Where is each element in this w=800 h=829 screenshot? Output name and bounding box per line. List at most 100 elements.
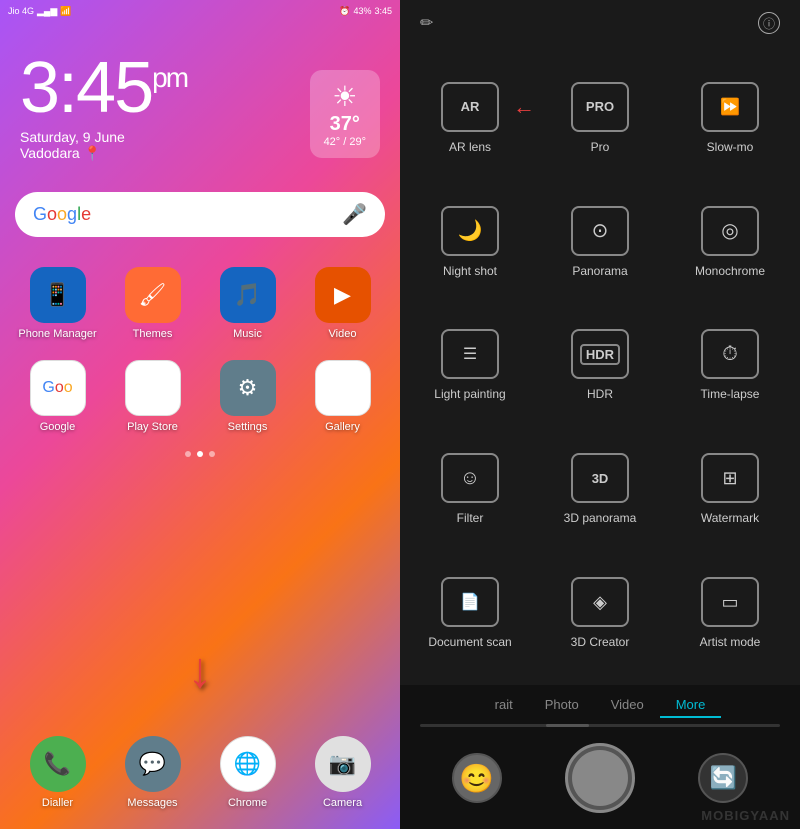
status-bar: Jio 4G ▂▄▆ 📶 ⏰ 43% 3:45 [0, 0, 400, 22]
google-logo: Google [33, 204, 91, 225]
hdr-label: HDR [587, 387, 613, 401]
document-scan-icon: 📄 [460, 592, 480, 612]
app-grid-row1: 📱 Phone Manager 🖌 Themes 🎵 Music ▶ Video [0, 257, 400, 350]
app-settings[interactable]: ⚙ Settings [205, 360, 290, 433]
mode-artist-mode[interactable]: ▭ Artist mode [665, 551, 795, 675]
phone-manager-icon: 📱 [44, 282, 71, 308]
app-themes[interactable]: 🖌 Themes [110, 267, 195, 340]
dialler-icon: 📞 [44, 751, 71, 777]
themes-label: Themes [133, 328, 173, 340]
tab-portrait[interactable]: rait [479, 693, 529, 718]
signal-icon: ▂▄▆ [37, 6, 57, 17]
battery-label: 43% [353, 6, 371, 16]
clock-period: pm [152, 62, 187, 93]
flip-camera-button[interactable]: 🔄 [698, 753, 748, 803]
mic-icon[interactable]: 🎤 [342, 202, 367, 227]
light-painting-icon: ☰ [463, 344, 477, 364]
dot-2 [197, 451, 203, 457]
3d-creator-icon: ◈ [593, 592, 607, 613]
app-dialler[interactable]: 📞 Dialler [15, 736, 100, 809]
dot-3 [209, 451, 215, 457]
red-arrow-down: ↓ [188, 641, 213, 699]
mode-ar-lens[interactable]: AR ← AR lens [405, 56, 535, 180]
watermark-icon: ⊞ [722, 468, 737, 489]
ar-lens-label: AR lens [449, 140, 491, 154]
camera-bottom-bar: rait Photo Video More 😊 🔄 [400, 685, 800, 829]
google-icon: Goo [42, 379, 72, 397]
settings-label: Settings [228, 421, 268, 433]
video-icon: ▶ [334, 282, 351, 308]
edit-icon[interactable]: ✏ [420, 13, 433, 33]
camera-label: Camera [323, 797, 362, 809]
tab-more[interactable]: More [660, 693, 722, 718]
wifi-icon: 📶 [60, 6, 71, 17]
mode-3d-creator[interactable]: ◈ 3D Creator [535, 551, 665, 675]
themes-icon: 🖌 [139, 282, 167, 308]
weather-range: 42° / 29° [324, 136, 366, 148]
red-arrow-right: ← [513, 94, 535, 120]
weather-icon: ☀ [324, 80, 366, 113]
video-label: Video [329, 328, 357, 340]
shutter-button[interactable] [565, 743, 635, 813]
play-store-icon: ▶ [144, 375, 161, 401]
app-camera[interactable]: 📷 Camera [300, 736, 385, 809]
light-painting-label: Light painting [434, 387, 505, 401]
chrome-label: Chrome [228, 797, 267, 809]
slow-mo-label: Slow-mo [707, 140, 754, 154]
status-left: Jio 4G ▂▄▆ 📶 [8, 6, 71, 17]
time-lapse-icon: ⏱ [722, 343, 738, 366]
mode-light-painting[interactable]: ☰ Light painting [405, 304, 535, 428]
settings-icon: ⚙ [238, 375, 258, 401]
dot-1 [185, 451, 191, 457]
app-play-store[interactable]: ▶ Play Store [110, 360, 195, 433]
flip-camera-icon: 🔄 [710, 765, 737, 791]
mode-filter[interactable]: ☺ Filter [405, 427, 535, 551]
carrier-label: Jio 4G [8, 6, 34, 16]
mode-watermark[interactable]: ⊞ Watermark [665, 427, 795, 551]
app-chrome[interactable]: 🌐 Chrome [205, 736, 290, 809]
mode-pro[interactable]: PRO Pro [535, 56, 665, 180]
app-messages[interactable]: 💬 Messages [110, 736, 195, 809]
gallery-icon: 🖼 [329, 375, 357, 401]
camera-modes-grid: AR ← AR lens PRO Pro ⏩ Slow-mo 🌙 Nigh [400, 46, 800, 685]
night-shot-label: Night shot [443, 264, 497, 278]
thumbnail-preview[interactable]: 😊 [452, 753, 502, 803]
camera-controls: 😊 🔄 [400, 731, 800, 829]
scroll-thumb [546, 724, 589, 727]
app-google[interactable]: Goo Google [15, 360, 100, 433]
artist-mode-icon: ▭ [721, 592, 738, 613]
monochrome-icon: ◎ [721, 218, 738, 243]
mode-panorama[interactable]: ⊙ Panorama [535, 180, 665, 304]
panorama-icon: ⊙ [592, 218, 609, 243]
mode-time-lapse[interactable]: ⏱ Time-lapse [665, 304, 795, 428]
tab-photo[interactable]: Photo [529, 693, 595, 718]
3d-panorama-icon: 3D [592, 471, 609, 486]
tab-video[interactable]: Video [595, 693, 660, 718]
app-music[interactable]: 🎵 Music [205, 267, 290, 340]
camera-tabs: rait Photo Video More [400, 685, 800, 724]
chrome-icon: 🌐 [234, 751, 261, 777]
mode-slow-mo[interactable]: ⏩ Slow-mo [665, 56, 795, 180]
music-label: Music [233, 328, 262, 340]
mode-night-shot[interactable]: 🌙 Night shot [405, 180, 535, 304]
messages-label: Messages [127, 797, 177, 809]
mode-hdr[interactable]: HDR HDR [535, 304, 665, 428]
mode-3d-panorama[interactable]: 3D 3D panorama [535, 427, 665, 551]
google-search-bar[interactable]: Google 🎤 [15, 192, 385, 237]
music-icon: 🎵 [234, 282, 261, 308]
mode-monochrome[interactable]: ◎ Monochrome [665, 180, 795, 304]
app-video[interactable]: ▶ Video [300, 267, 385, 340]
slow-mo-icon: ⏩ [720, 97, 740, 117]
pro-label: Pro [591, 140, 610, 154]
pro-icon: PRO [586, 99, 614, 114]
left-phone-panel: Jio 4G ▂▄▆ 📶 ⏰ 43% 3:45 3:45pm Saturday,… [0, 0, 400, 829]
app-gallery[interactable]: 🖼 Gallery [300, 360, 385, 433]
info-icon[interactable]: ⓘ [758, 12, 780, 34]
page-dots [0, 451, 400, 457]
right-top-bar: ✏ ⓘ [400, 0, 800, 46]
watermark-label: Watermark [701, 511, 759, 525]
mode-document-scan[interactable]: 📄 Document scan [405, 551, 535, 675]
app-phone-manager[interactable]: 📱 Phone Manager [15, 267, 100, 340]
phone-manager-label: Phone Manager [18, 328, 96, 340]
artist-mode-label: Artist mode [700, 635, 761, 649]
